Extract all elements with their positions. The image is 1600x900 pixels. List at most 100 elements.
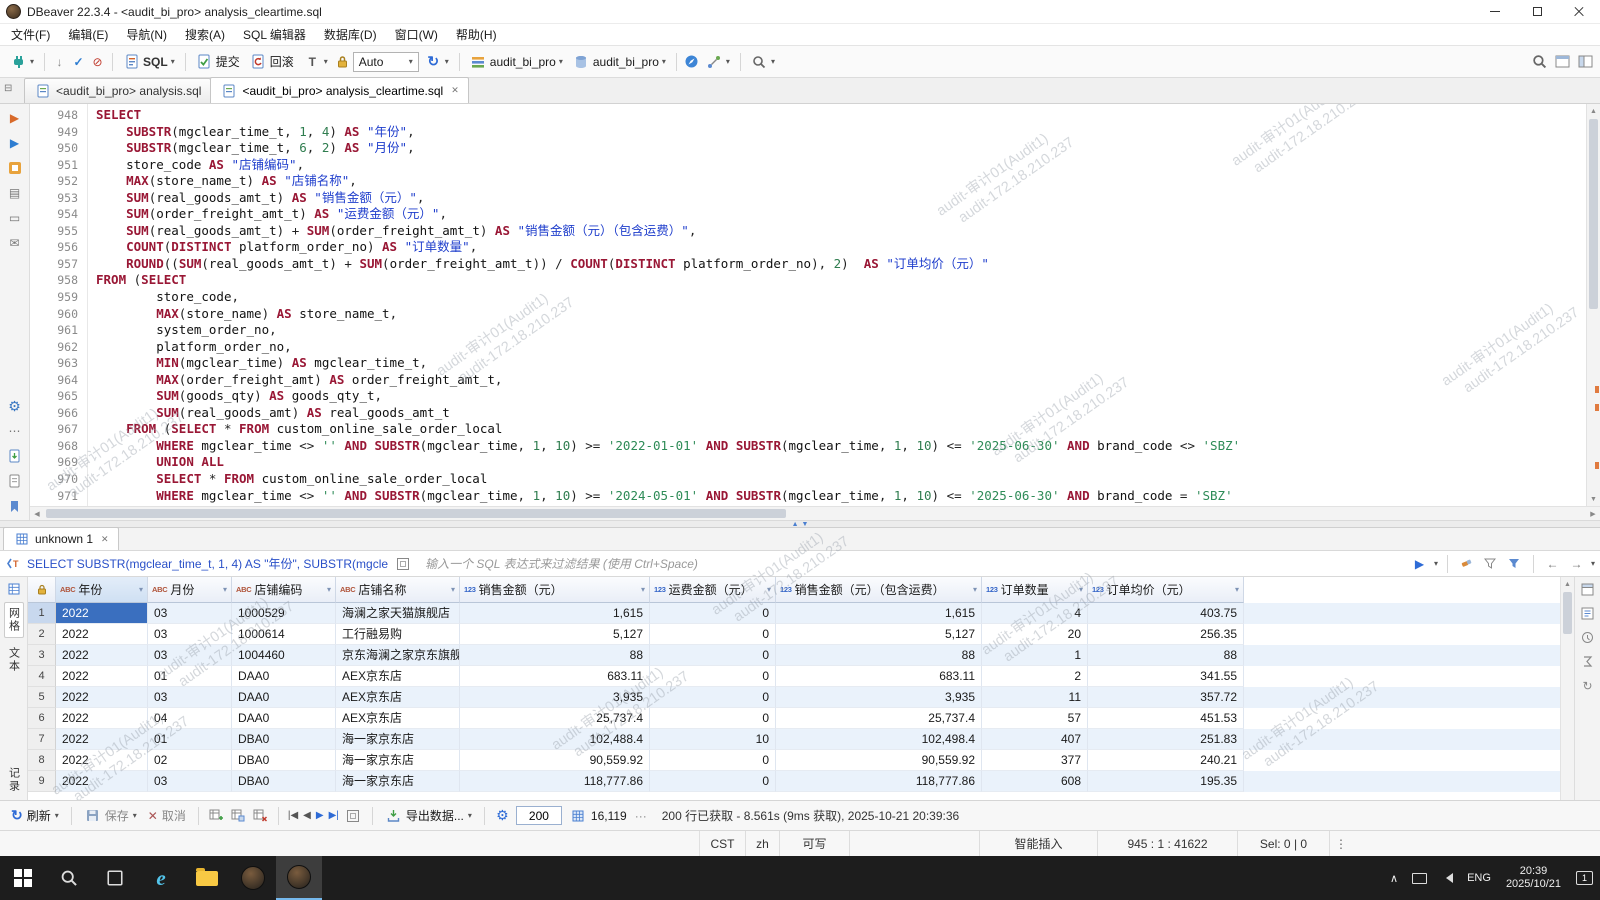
splitter-up-icon[interactable]: ▲	[792, 521, 799, 528]
row-number[interactable]: 3	[28, 645, 56, 666]
export-data-button[interactable]: 导出数据... ▾	[382, 805, 475, 827]
table-cell[interactable]: 2022	[56, 687, 148, 708]
panel-icon[interactable]: ▭	[6, 209, 24, 227]
new-connection-button[interactable]: ▾	[6, 50, 38, 74]
side-tab-2[interactable]: 文本	[5, 643, 23, 677]
editor-vertical-scrollbar[interactable]: ▲ ▼	[1586, 104, 1600, 506]
tab-close-icon[interactable]: ✕	[451, 85, 459, 96]
sql-editor-button[interactable]: SQL ▾	[119, 50, 179, 74]
refresh-panel-icon[interactable]: ↻	[1579, 677, 1596, 694]
record-mode-toggle[interactable]: 记录	[5, 763, 23, 797]
table-cell[interactable]: 1	[982, 645, 1088, 666]
table-cell[interactable]: DAA0	[232, 687, 336, 708]
table-cell[interactable]: 海澜之家天猫旗舰店	[336, 603, 460, 624]
table-cell[interactable]: 451.53	[1088, 708, 1244, 729]
scrollbar-thumb[interactable]	[1563, 592, 1572, 634]
code-line[interactable]: SUM(order_freight_amt_t) AS "运费金额（元）",	[96, 206, 1586, 223]
table-cell[interactable]: 1004460	[232, 645, 336, 666]
menu-item-6[interactable]: 数据库(D)	[315, 24, 386, 45]
scrollbar-thumb[interactable]	[1589, 119, 1598, 309]
table-cell[interactable]: 57	[982, 708, 1088, 729]
table-cell[interactable]: 10	[650, 729, 776, 750]
code-line[interactable]: platform_order_no,	[96, 339, 1586, 356]
code-line[interactable]: SUM(real_goods_amt_t) + SUM(order_freigh…	[96, 223, 1586, 240]
table-cell[interactable]: 256.35	[1088, 624, 1244, 645]
table-cell[interactable]: 04	[148, 708, 232, 729]
taskbar-search-button[interactable]	[46, 856, 92, 900]
table-cell[interactable]: 118,777.86	[460, 771, 650, 792]
task-view-button[interactable]	[92, 856, 138, 900]
table-cell[interactable]: 03	[148, 645, 232, 666]
prev-row-button[interactable]: ◀	[303, 810, 311, 821]
table-cell[interactable]: 1,615	[460, 603, 650, 624]
double-check-icon[interactable]: ✓	[70, 53, 87, 70]
row-count-button[interactable]: 16,119	[567, 805, 630, 827]
table-cell[interactable]: 4	[982, 603, 1088, 624]
table-cell[interactable]: DAA0	[232, 708, 336, 729]
table-cell[interactable]: 03	[148, 687, 232, 708]
table-cell[interactable]: 03	[148, 624, 232, 645]
save-button[interactable]: 保存 ▾	[81, 805, 140, 827]
filter-placeholder[interactable]: 输入一个 SQL 表达式来过滤结果 (使用 Ctrl+Space)	[417, 555, 1405, 572]
code-line[interactable]: ROUND((SUM(real_goods_amt_t) + SUM(order…	[96, 256, 1586, 273]
table-cell[interactable]: 海一家京东店	[336, 750, 460, 771]
row-number[interactable]: 1	[28, 603, 56, 624]
table-cell[interactable]: 407	[982, 729, 1088, 750]
add-row-icon[interactable]	[208, 807, 225, 824]
table-cell[interactable]: 0	[650, 687, 776, 708]
table-cell[interactable]: DBA0	[232, 771, 336, 792]
code-line[interactable]: WHERE mgclear_time <> '' AND SUBSTR(mgcl…	[96, 488, 1586, 505]
row-number[interactable]: 5	[28, 687, 56, 708]
grid-presentation-icon[interactable]	[5, 580, 22, 597]
transaction-mode-button[interactable]: T ▾	[300, 50, 332, 74]
export-doc-icon[interactable]	[6, 447, 24, 465]
table-cell[interactable]: 2022	[56, 603, 148, 624]
table-cell[interactable]: AEX京东店	[336, 666, 460, 687]
scroll-left-icon[interactable]: ◀	[30, 507, 44, 520]
row-number[interactable]: 4	[28, 666, 56, 687]
start-button[interactable]	[0, 856, 46, 900]
code-pane[interactable]: SELECT SUBSTR(mgclear_time_t, 1, 4) AS "…	[88, 104, 1586, 506]
table-cell[interactable]: 2022	[56, 645, 148, 666]
table-cell[interactable]: 2022	[56, 729, 148, 750]
column-header[interactable]: 123销售金额（元）▾	[460, 577, 650, 603]
book-icon[interactable]: ▤	[6, 184, 24, 202]
calc-panel-icon[interactable]	[1579, 605, 1596, 622]
rownum-header[interactable]	[28, 577, 56, 603]
dbeaver-taskbar-icon-active[interactable]	[276, 856, 322, 900]
network-tray-icon[interactable]	[1405, 856, 1434, 900]
code-line[interactable]: SUBSTR(mgclear_time_t, 6, 2) AS "月份",	[96, 140, 1586, 157]
table-cell[interactable]: 25,737.4	[776, 708, 982, 729]
menu-item-2[interactable]: 编辑(E)	[59, 24, 117, 45]
dbeaver-taskbar-icon[interactable]	[230, 856, 276, 900]
table-cell[interactable]: AEX京东店	[336, 708, 460, 729]
code-line[interactable]: MAX(order_freight_amt) AS order_freight_…	[96, 372, 1586, 389]
cancel-button[interactable]: ✕ 取消	[145, 805, 189, 827]
table-cell[interactable]: 0	[650, 624, 776, 645]
history-back-icon[interactable]: ←	[1543, 554, 1562, 573]
table-cell[interactable]: 0	[650, 645, 776, 666]
table-cell[interactable]: 683.11	[460, 666, 650, 687]
erase-filter-icon[interactable]	[1457, 554, 1476, 573]
table-cell[interactable]: AEX京东店	[336, 687, 460, 708]
tab-analysis-sql[interactable]: <audit_bi_pro> analysis.sql	[24, 78, 211, 103]
table-cell[interactable]: 118,777.86	[776, 771, 982, 792]
table-cell[interactable]: 11	[982, 687, 1088, 708]
file-explorer-icon[interactable]	[184, 856, 230, 900]
scroll-up-icon[interactable]: ▲	[1587, 104, 1600, 118]
edit-filter-icon[interactable]	[1481, 554, 1500, 573]
table-cell[interactable]: 102,488.4	[460, 729, 650, 750]
mail-icon[interactable]: ✉	[6, 234, 24, 252]
menu-item-7[interactable]: 窗口(W)	[386, 24, 447, 45]
compass-icon[interactable]	[683, 53, 700, 70]
run-script-icon[interactable]: ▶	[6, 134, 24, 152]
table-cell[interactable]: 683.11	[776, 666, 982, 687]
column-header[interactable]: 123销售金额（元）（包含运费）▾	[776, 577, 982, 603]
refresh-results-button[interactable]: ↻ 刷新 ▾	[8, 805, 62, 827]
grid-vertical-scrollbar[interactable]: ▲	[1560, 577, 1574, 800]
more-dots-icon[interactable]: ⋯	[6, 422, 24, 440]
run-icon[interactable]: ▶	[6, 109, 24, 127]
code-line[interactable]: SUM(real_goods_amt) AS real_goods_amt_t	[96, 405, 1586, 422]
network-button[interactable]: ▾	[702, 50, 734, 74]
table-cell[interactable]: 0	[650, 603, 776, 624]
